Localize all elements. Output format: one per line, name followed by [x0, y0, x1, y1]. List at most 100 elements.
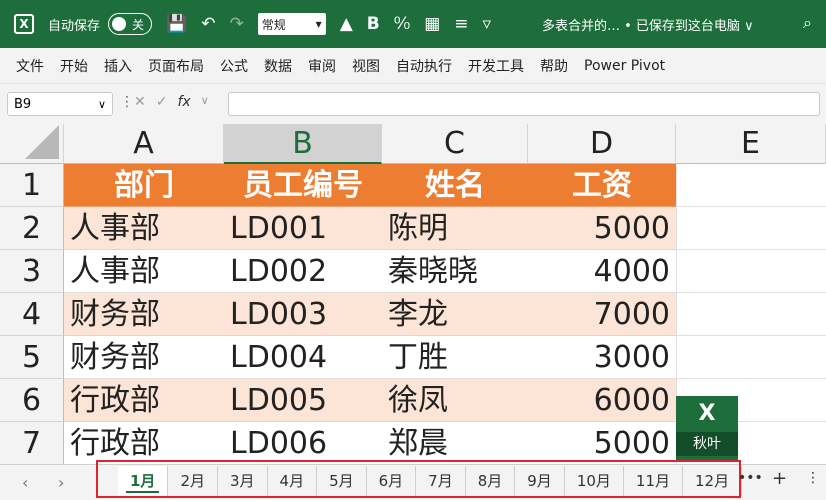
- table-cell[interactable]: 6000: [528, 379, 676, 422]
- table-cell[interactable]: 徐凤: [382, 379, 528, 422]
- sheet-options-icon[interactable]: ⋮: [806, 470, 820, 486]
- menu-developer[interactable]: 开发工具: [468, 56, 524, 76]
- column-header-e[interactable]: E: [676, 124, 826, 164]
- header-cell[interactable]: 员工编号: [224, 164, 382, 207]
- table-cell[interactable]: 3000: [528, 336, 676, 379]
- table-cell[interactable]: 财务部: [64, 293, 224, 336]
- autosave-toggle[interactable]: 关: [108, 13, 153, 35]
- table-cell[interactable]: 7000: [528, 293, 676, 336]
- menu-home[interactable]: 开始: [60, 56, 88, 76]
- select-all-icon: [25, 125, 59, 159]
- menu-review[interactable]: 审阅: [308, 56, 336, 76]
- watermark-text: 秋叶: [676, 432, 738, 456]
- table-cell[interactable]: 人事部: [64, 207, 224, 250]
- row-header[interactable]: 3: [0, 250, 64, 293]
- scroll-right-icon[interactable]: ›: [58, 473, 64, 492]
- menu-help[interactable]: 帮助: [540, 56, 568, 76]
- font-style-select[interactable]: 常规 ▾: [257, 13, 326, 35]
- more-sheets-icon[interactable]: •••: [738, 470, 763, 486]
- title-bar: X 自动保存 关 💾 ↶ ↷ 常规 ▾ ▲ B ⁰⁄₀ ▦ ≡ ▿ 多表合并的……: [0, 0, 826, 48]
- table-cell[interactable]: [676, 207, 826, 250]
- save-icon[interactable]: 💾: [166, 15, 187, 33]
- document-title[interactable]: 多表合并的… • 已保存到这台电脑 ∨: [542, 15, 754, 34]
- font-style-value: 常规: [261, 17, 286, 32]
- row-header[interactable]: 4: [0, 293, 64, 336]
- menu-data[interactable]: 数据: [264, 56, 292, 76]
- scroll-left-icon[interactable]: ‹: [22, 473, 28, 492]
- redo-icon[interactable]: ↷: [229, 15, 243, 33]
- menu-page-layout[interactable]: 页面布局: [148, 56, 204, 76]
- row-header[interactable]: 1: [0, 164, 64, 207]
- table-cell[interactable]: LD005: [224, 379, 382, 422]
- table-cell[interactable]: 丁胜: [382, 336, 528, 379]
- menu-file[interactable]: 文件: [16, 56, 44, 76]
- row-header[interactable]: 2: [0, 207, 64, 250]
- more-icon[interactable]: ▿: [483, 15, 492, 33]
- table-cell[interactable]: LD004: [224, 336, 382, 379]
- add-sheet-button[interactable]: +: [772, 468, 787, 489]
- insert-function-button[interactable]: fx: [177, 94, 190, 110]
- toggle-knob: [112, 17, 127, 31]
- table-cell[interactable]: [676, 250, 826, 293]
- chevron-down-icon: ▾: [315, 17, 322, 31]
- autosave-label: 自动保存: [48, 18, 101, 34]
- table-cell[interactable]: [676, 164, 826, 207]
- fill-color-icon[interactable]: ▲: [340, 15, 353, 33]
- row-header[interactable]: 7: [0, 422, 64, 465]
- table-cell[interactable]: 郑晨: [382, 422, 528, 465]
- confirm-icon[interactable]: ✓: [156, 94, 168, 110]
- table-cell[interactable]: 秦晓晓: [382, 250, 528, 293]
- header-cell[interactable]: 姓名: [382, 164, 528, 207]
- header-cell[interactable]: 部门: [64, 164, 224, 207]
- table-cell[interactable]: LD006: [224, 422, 382, 465]
- column-header-a[interactable]: A: [64, 124, 224, 164]
- row-header[interactable]: 5: [0, 336, 64, 379]
- table-cell[interactable]: 行政部: [64, 379, 224, 422]
- table-cell[interactable]: LD002: [224, 250, 382, 293]
- autosave-state: 关: [132, 17, 145, 32]
- menu-view[interactable]: 视图: [352, 56, 380, 76]
- name-box[interactable]: B9 ∨: [7, 92, 113, 116]
- menu-formulas[interactable]: 公式: [220, 56, 248, 76]
- menu-automate[interactable]: 自动执行: [396, 56, 452, 76]
- bold-icon[interactable]: B: [367, 15, 380, 33]
- menu-power-pivot[interactable]: Power Pivot: [584, 58, 665, 74]
- table-cell[interactable]: 4000: [528, 250, 676, 293]
- table-cell[interactable]: [676, 293, 826, 336]
- undo-icon[interactable]: ↶: [201, 15, 215, 33]
- table-cell[interactable]: 陈明: [382, 207, 528, 250]
- chevron-down-icon[interactable]: ∨: [201, 94, 209, 110]
- formula-buttons: ✕ ✓ fx ∨: [134, 94, 209, 110]
- highlight-frame: [96, 460, 741, 498]
- table-cell[interactable]: 行政部: [64, 422, 224, 465]
- table-cell[interactable]: 5000: [528, 422, 676, 465]
- drag-handle-icon[interactable]: ⋮: [120, 94, 134, 110]
- table-cell[interactable]: 李龙: [382, 293, 528, 336]
- table-cell[interactable]: LD003: [224, 293, 382, 336]
- watermark-mark: X: [698, 401, 716, 426]
- table-cell[interactable]: 财务部: [64, 336, 224, 379]
- table-cell[interactable]: 5000: [528, 207, 676, 250]
- excel-logo-icon: X: [14, 14, 34, 34]
- formula-bar: B9 ∨ ⋮ ✕ ✓ fx ∨: [0, 84, 826, 124]
- table-cell[interactable]: [676, 336, 826, 379]
- table-cell[interactable]: 人事部: [64, 250, 224, 293]
- menu-insert[interactable]: 插入: [104, 56, 132, 76]
- align-icon[interactable]: ≡: [454, 15, 468, 33]
- table-cell[interactable]: LD001: [224, 207, 382, 250]
- format-icon[interactable]: ⁰⁄₀: [394, 15, 410, 33]
- column-header-d[interactable]: D: [528, 124, 676, 164]
- chevron-down-icon: ∨: [97, 97, 106, 111]
- header-cell[interactable]: 工资: [528, 164, 676, 207]
- number-format-icon[interactable]: ▦: [424, 15, 440, 33]
- cancel-icon[interactable]: ✕: [134, 94, 146, 110]
- ribbon-tabs: 文件 开始 插入 页面布局 公式 数据 审阅 视图 自动执行 开发工具 帮助 P…: [0, 48, 826, 84]
- select-all-button[interactable]: [0, 124, 64, 164]
- column-header-b[interactable]: B: [224, 124, 382, 164]
- column-header-c[interactable]: C: [382, 124, 528, 164]
- search-icon[interactable]: ⌕: [803, 13, 812, 33]
- formula-input[interactable]: [228, 92, 820, 116]
- row-header[interactable]: 6: [0, 379, 64, 422]
- name-box-value: B9: [14, 96, 32, 112]
- watermark-logo: X 秋叶: [676, 396, 738, 462]
